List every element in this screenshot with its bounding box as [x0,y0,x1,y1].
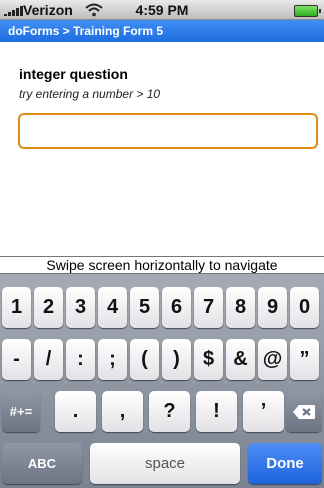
key-dollar[interactable]: $ [194,339,223,380]
question-label: integer question [19,66,128,82]
key-apostrophe[interactable]: ’ [243,391,284,432]
key-semicolon[interactable]: ; [98,339,127,380]
key-3[interactable]: 3 [66,287,95,328]
status-bar: Verizon 4:59 PM [0,0,324,20]
title-bar: doForms > Training Form 5 [0,20,324,42]
key-quote[interactable]: ” [290,339,319,380]
key-slash[interactable]: / [34,339,63,380]
key-space[interactable]: space [90,443,240,484]
key-question[interactable]: ? [149,391,190,432]
question-hint: try entering a number > 10 [19,87,161,101]
key-7[interactable]: 7 [194,287,223,328]
battery-icon [294,5,321,17]
key-6[interactable]: 6 [162,287,191,328]
key-1[interactable]: 1 [2,287,31,328]
backspace-icon [293,404,315,419]
status-time: 4:59 PM [135,2,189,18]
key-5[interactable]: 5 [130,287,159,328]
key-exclamation[interactable]: ! [196,391,237,432]
key-comma[interactable]: , [102,391,143,432]
key-abc[interactable]: ABC [2,443,82,484]
key-0[interactable]: 0 [290,287,319,328]
key-ampersand[interactable]: & [226,339,255,380]
integer-answer-input[interactable] [18,113,318,149]
backspace-key[interactable] [286,391,322,432]
numeric-keyboard: 1 2 3 4 5 6 7 8 9 0 - / : ; ( ) $ & @ ” … [0,274,324,488]
key-close-paren[interactable]: ) [162,339,191,380]
key-colon[interactable]: : [66,339,95,380]
swipe-navigation-hint: Swipe screen horizontally to navigate [0,256,324,274]
key-4[interactable]: 4 [98,287,127,328]
key-at[interactable]: @ [258,339,287,380]
key-period[interactable]: . [55,391,96,432]
key-symbols[interactable]: #+= [2,391,40,432]
key-2[interactable]: 2 [34,287,63,328]
key-9[interactable]: 9 [258,287,287,328]
key-open-paren[interactable]: ( [130,339,159,380]
done-button[interactable]: Done [248,443,322,484]
key-8[interactable]: 8 [226,287,255,328]
key-hyphen[interactable]: - [2,339,31,380]
breadcrumb-title: doForms > Training Form 5 [8,24,164,38]
